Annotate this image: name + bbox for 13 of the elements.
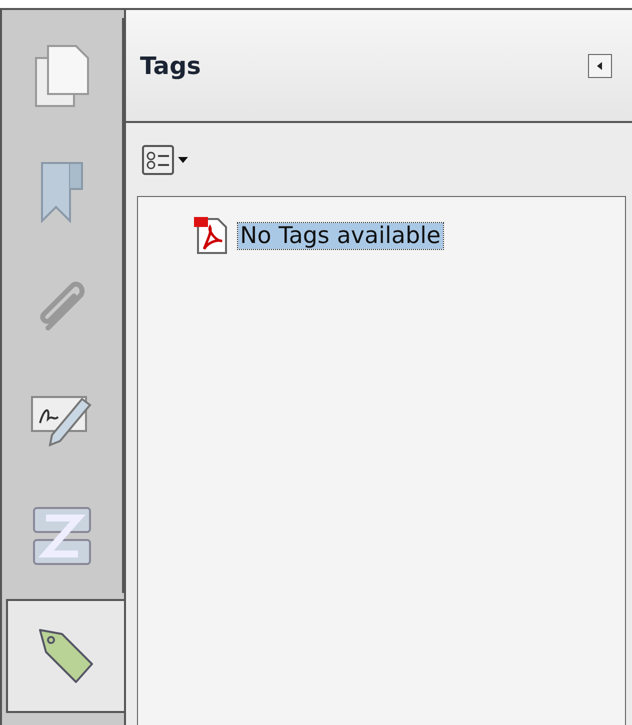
layers-icon — [32, 506, 92, 566]
panel-title: Tags — [140, 52, 201, 80]
collapse-button[interactable] — [588, 54, 612, 78]
collapse-icon — [596, 60, 604, 70]
signature-pen-icon — [30, 394, 94, 446]
options-button[interactable] — [142, 144, 188, 174]
tree-item[interactable]: No Tags available — [238, 223, 443, 249]
panel-tab[interactable] — [6, 599, 124, 713]
pdf-file-icon — [194, 217, 228, 255]
pages-icon — [34, 44, 90, 108]
caret-icon — [178, 156, 188, 162]
tag-icon — [36, 626, 96, 686]
list-options-icon — [142, 144, 174, 174]
